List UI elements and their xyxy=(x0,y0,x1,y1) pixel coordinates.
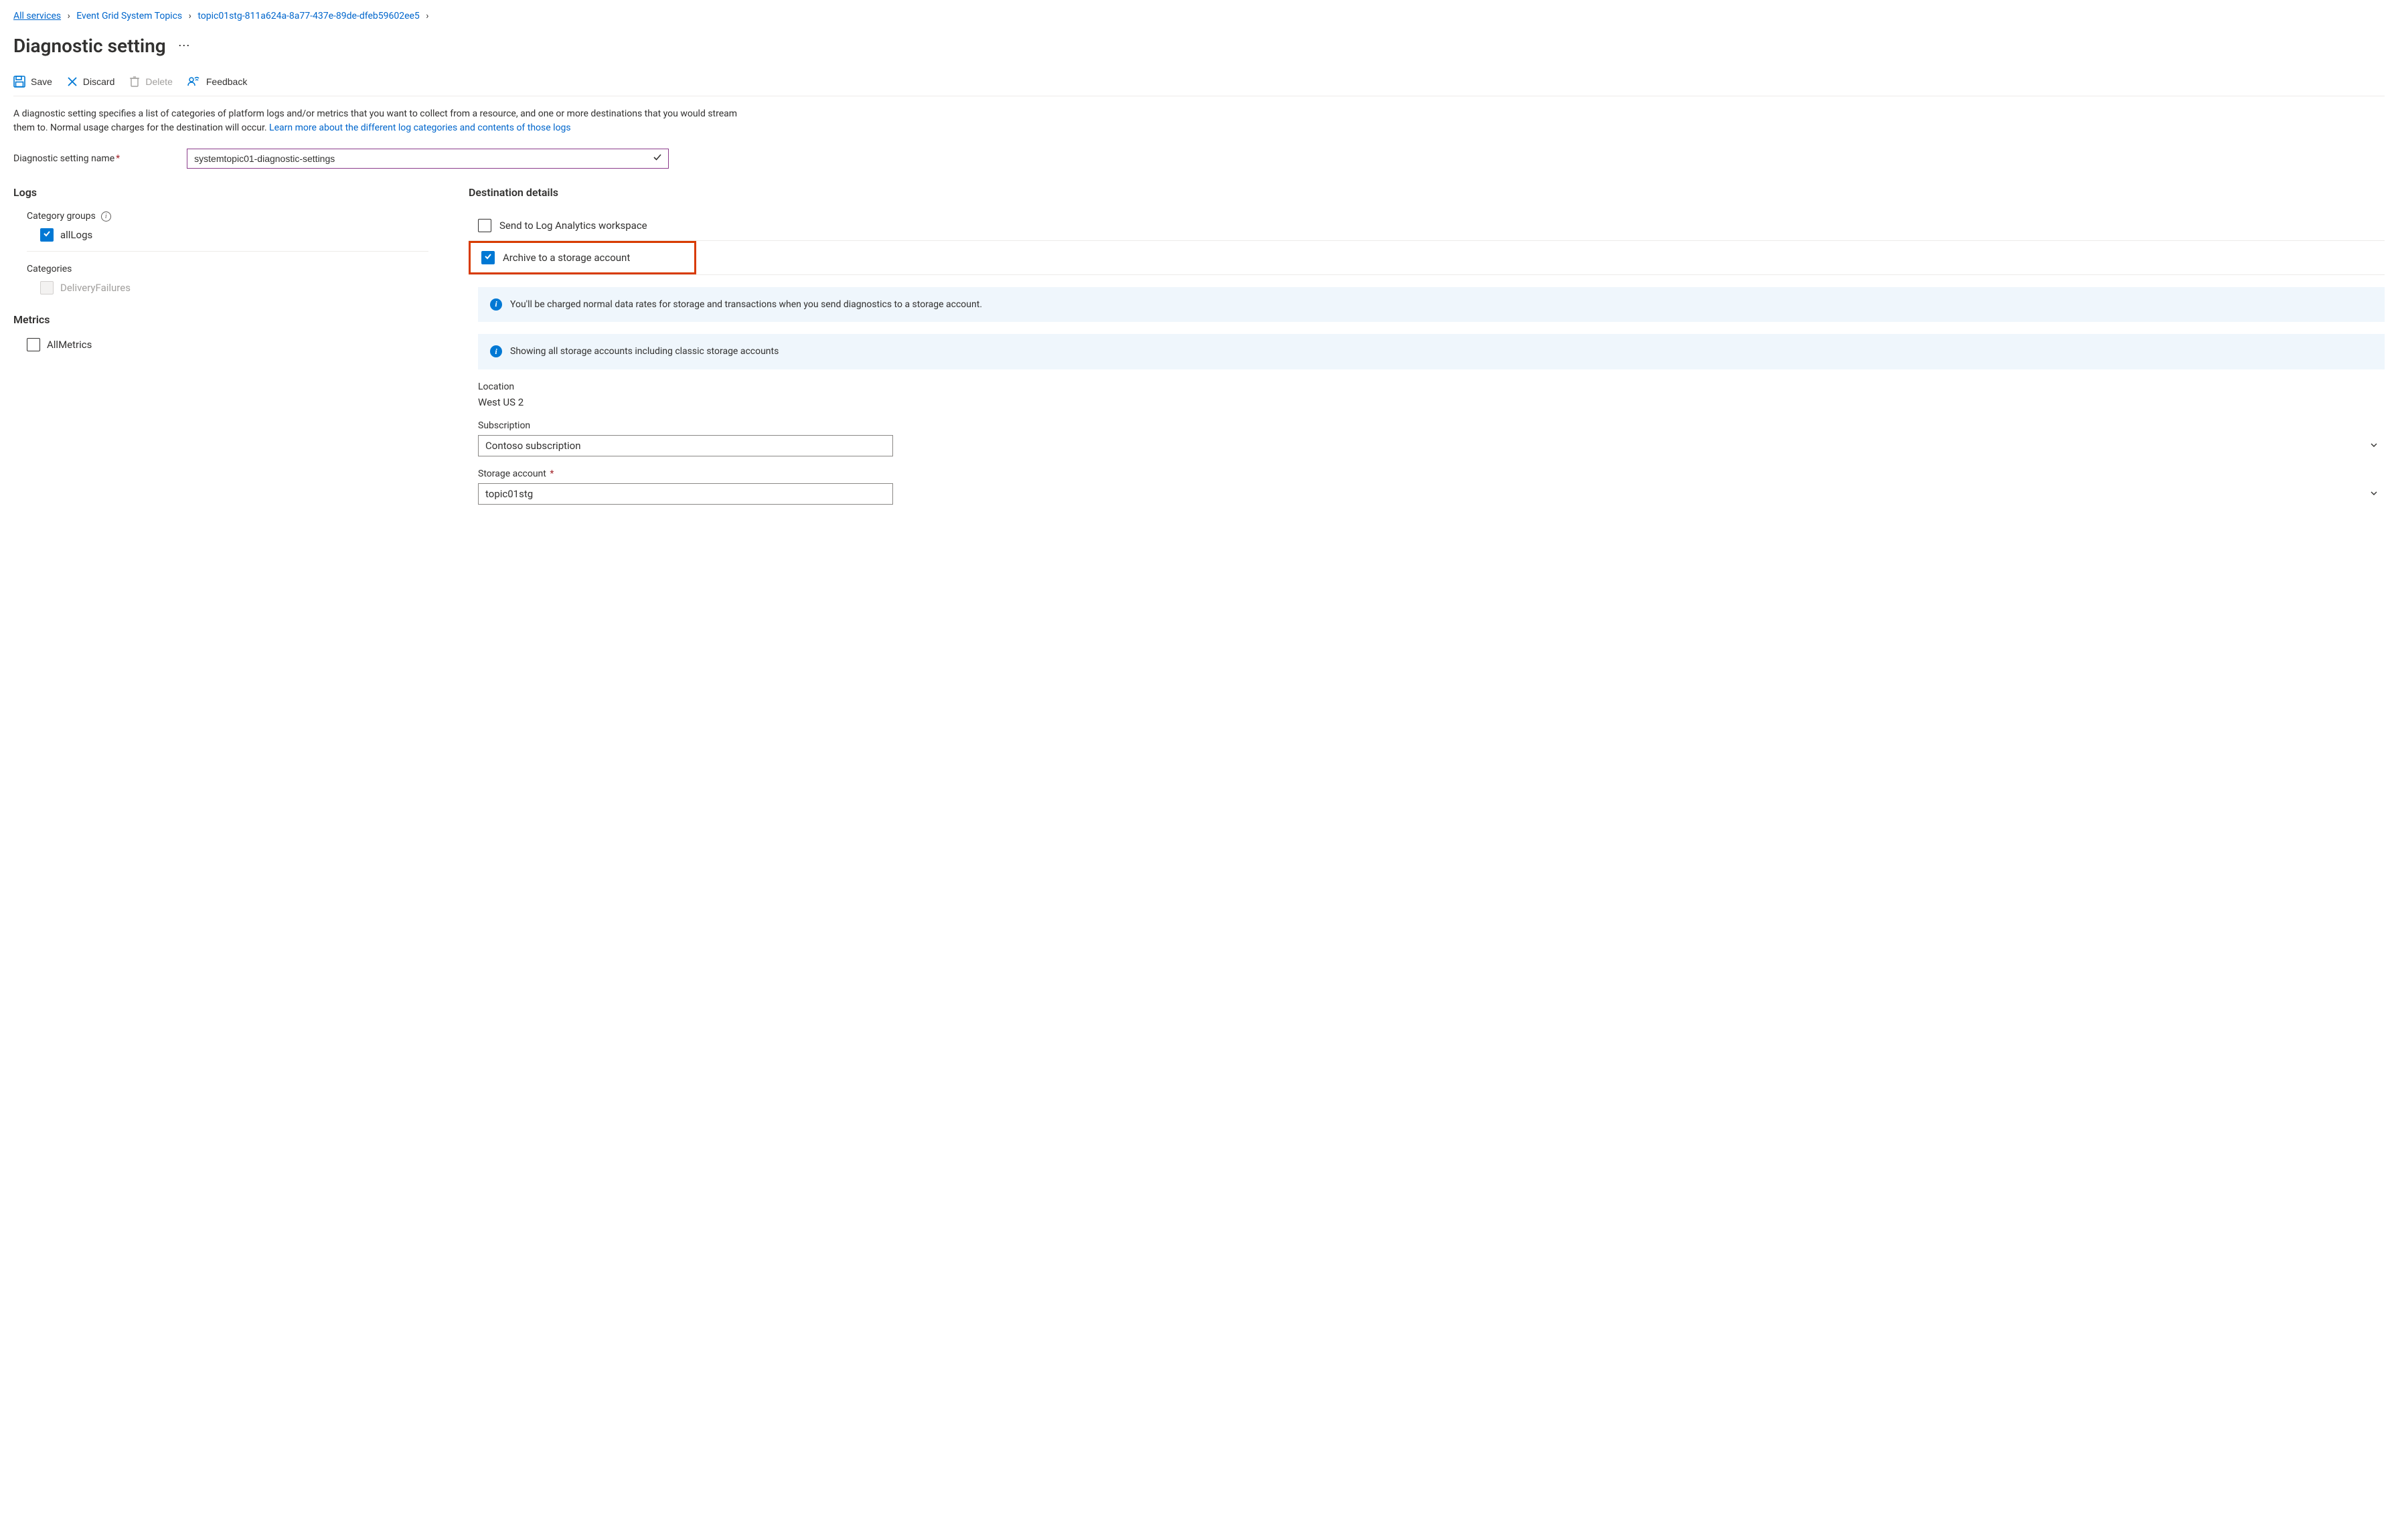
logs-heading: Logs xyxy=(13,186,428,199)
discard-button[interactable]: Discard xyxy=(67,76,114,87)
save-button[interactable]: Save xyxy=(13,76,52,88)
more-actions-button[interactable]: ⋯ xyxy=(178,39,191,53)
chevron-right-icon: › xyxy=(68,11,70,21)
toolbar: Save Discard Delete Feedback xyxy=(13,76,2385,96)
chevron-down-icon xyxy=(2370,488,2378,500)
categories-label: Categories xyxy=(27,264,428,274)
storage-accounts-info-banner: i Showing all storage accounts including… xyxy=(478,334,2385,369)
save-icon xyxy=(13,76,25,88)
subscription-select-value: Contoso subscription xyxy=(485,440,581,452)
storage-accounts-info-text: Showing all storage accounts including c… xyxy=(510,345,779,358)
send-to-log-analytics-checkbox[interactable] xyxy=(478,219,491,232)
send-to-log-analytics-label: Send to Log Analytics workspace xyxy=(499,220,647,232)
subscription-label: Subscription xyxy=(478,420,2385,431)
divider xyxy=(27,251,428,252)
storage-account-select-value: topic01stg xyxy=(485,488,533,500)
feedback-icon xyxy=(187,76,201,88)
storage-account-label: Storage account * xyxy=(478,468,2385,479)
required-star-icon: * xyxy=(548,468,554,479)
storage-charge-info-banner: i You'll be charged normal data rates fo… xyxy=(478,287,2385,322)
archive-to-storage-label: Archive to a storage account xyxy=(503,252,630,264)
required-star-icon: * xyxy=(116,153,120,164)
chevron-right-icon: › xyxy=(426,11,428,21)
breadcrumb-event-grid-system-topics[interactable]: Event Grid System Topics xyxy=(76,11,182,21)
deliveryfailures-label: DeliveryFailures xyxy=(60,282,131,294)
delete-button[interactable]: Delete xyxy=(129,76,172,88)
category-groups-text: Category groups xyxy=(27,211,96,222)
storage-charge-info-text: You'll be charged normal data rates for … xyxy=(510,298,982,311)
deliveryfailures-checkbox xyxy=(40,281,54,294)
page-title: Diagnostic setting xyxy=(13,35,166,57)
trash-icon xyxy=(129,76,140,88)
category-groups-label: Category groups i xyxy=(27,211,428,222)
destination-details-heading: Destination details xyxy=(469,186,2385,199)
breadcrumb-all-services[interactable]: All services xyxy=(13,11,61,21)
breadcrumb-topic[interactable]: topic01stg-811a624a-8a77-437e-89de-dfeb5… xyxy=(197,11,419,21)
check-icon xyxy=(43,230,51,240)
save-label: Save xyxy=(31,76,52,87)
location-label: Location xyxy=(478,381,2385,392)
chevron-right-icon: › xyxy=(189,11,191,21)
location-value: West US 2 xyxy=(478,396,2385,408)
diagnostic-setting-name-input[interactable] xyxy=(187,149,669,169)
discard-label: Discard xyxy=(83,76,114,87)
check-icon xyxy=(484,252,492,263)
info-icon[interactable]: i xyxy=(101,211,111,222)
storage-account-label-text: Storage account xyxy=(478,468,546,479)
allmetrics-label: AllMetrics xyxy=(47,339,92,351)
chevron-down-icon xyxy=(2370,440,2378,452)
breadcrumb: All services › Event Grid System Topics … xyxy=(13,11,2385,21)
feedback-label: Feedback xyxy=(206,76,247,87)
archive-to-storage-checkbox[interactable] xyxy=(481,251,495,264)
alllogs-label: allLogs xyxy=(60,229,92,241)
allmetrics-checkbox[interactable] xyxy=(27,338,40,351)
alllogs-checkbox[interactable] xyxy=(40,228,54,242)
diagnostic-setting-name-label: Diagnostic setting name* xyxy=(13,153,120,164)
info-icon: i xyxy=(490,298,502,311)
metrics-heading: Metrics xyxy=(13,313,428,326)
name-label-text: Diagnostic setting name xyxy=(13,153,114,164)
divider xyxy=(469,274,2385,275)
close-icon xyxy=(67,76,78,87)
subscription-select[interactable]: Contoso subscription xyxy=(478,435,893,456)
delete-label: Delete xyxy=(145,76,172,87)
description-text: A diagnostic setting specifies a list of… xyxy=(13,107,750,135)
info-icon: i xyxy=(490,345,502,357)
feedback-button[interactable]: Feedback xyxy=(187,76,247,88)
storage-account-select[interactable]: topic01stg xyxy=(478,483,893,505)
learn-more-link[interactable]: Learn more about the different log categ… xyxy=(269,122,571,133)
